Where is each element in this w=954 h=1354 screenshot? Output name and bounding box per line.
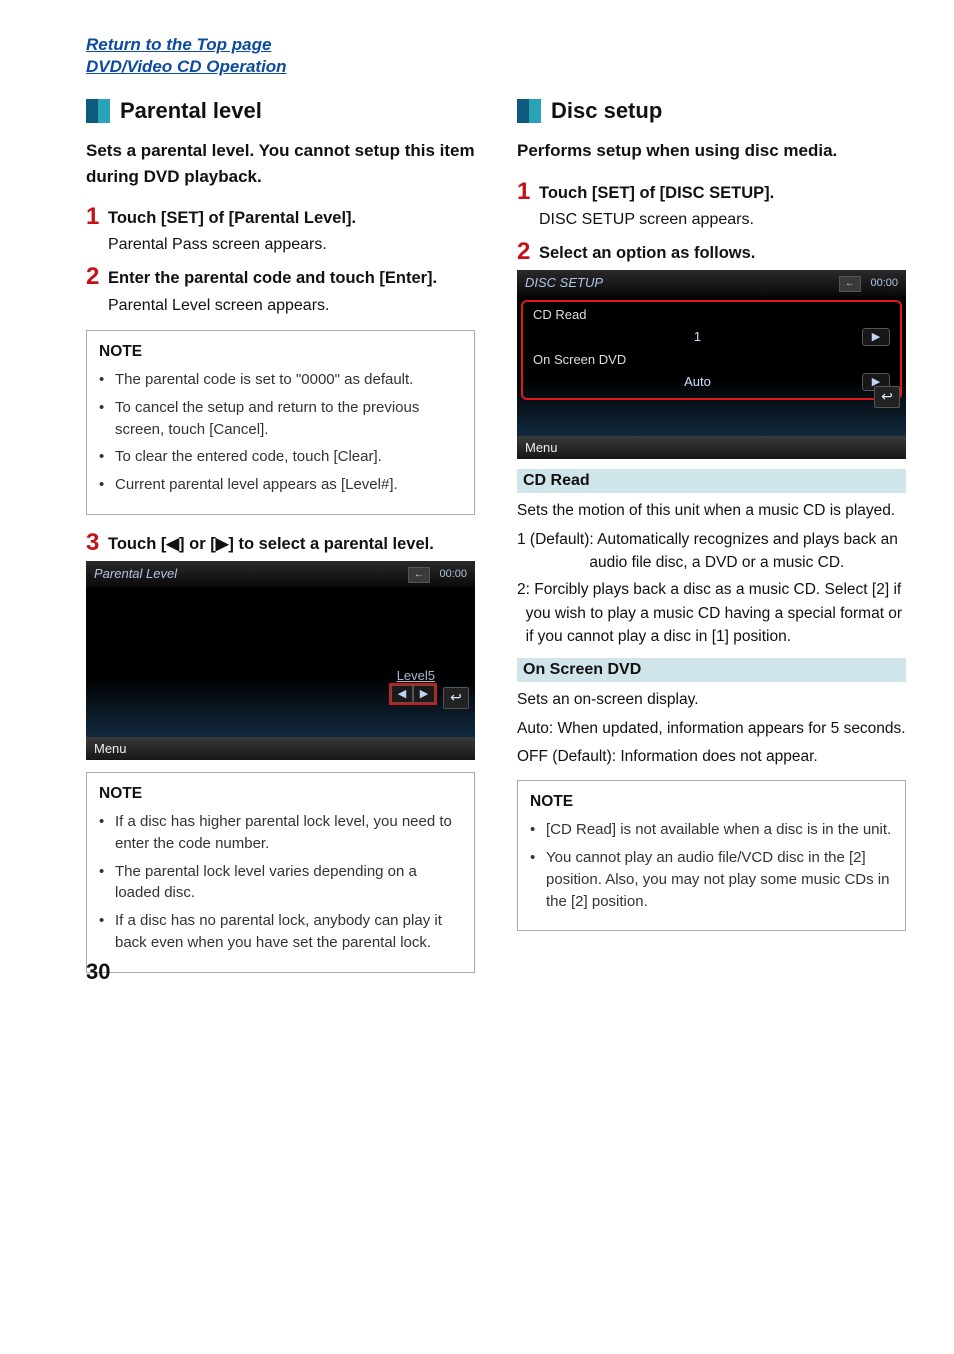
cd-read-label: CD Read bbox=[533, 307, 586, 322]
note-item: To cancel the setup and return to the pr… bbox=[99, 397, 462, 441]
level-value: Level5 bbox=[397, 668, 435, 683]
cd-read-value: 1 bbox=[533, 329, 862, 344]
menu-button[interactable]: Menu bbox=[517, 436, 906, 459]
osd-subheading: On Screen DVD bbox=[517, 658, 906, 682]
option-key: Auto bbox=[517, 717, 549, 740]
osd-options: Auto : When updated, information appears… bbox=[517, 717, 906, 768]
note-box-2: NOTE If a disc has higher parental lock … bbox=[86, 772, 475, 973]
step-title: Touch [◀] or [▶] to select a parental le… bbox=[108, 533, 475, 555]
note-box-3: NOTE [CD Read] is not available when a d… bbox=[517, 780, 906, 931]
step-number: 1 bbox=[86, 205, 108, 229]
cd-read-row: CD Read bbox=[527, 304, 896, 325]
cd-read-subheading: CD Read bbox=[517, 469, 906, 493]
level-right-button[interactable]: ▶ bbox=[413, 685, 435, 703]
parental-level-screenshot: Parental Level ← 00:00 Level5 ◀ ▶ ↩ bbox=[86, 561, 475, 760]
step-1: 1 Touch [SET] of [DISC SETUP]. DISC SETU… bbox=[517, 182, 906, 232]
step-number: 3 bbox=[86, 531, 108, 555]
note-title: NOTE bbox=[99, 341, 462, 363]
right-column: Disc setup Performs setup when using dis… bbox=[517, 92, 906, 990]
parental-intro: Sets a parental level. You cannot setup … bbox=[86, 138, 475, 189]
screenshot-title: DISC SETUP bbox=[525, 275, 603, 290]
section-link[interactable]: DVD/Video CD Operation bbox=[86, 56, 906, 78]
on-screen-dvd-label: On Screen DVD bbox=[533, 352, 626, 367]
on-screen-dvd-value: Auto bbox=[533, 374, 862, 389]
return-icon[interactable]: ↩ bbox=[874, 386, 900, 408]
step-desc: Parental Pass screen appears. bbox=[108, 233, 475, 257]
note-title: NOTE bbox=[99, 783, 462, 805]
step-1: 1 Touch [SET] of [Parental Level]. Paren… bbox=[86, 207, 475, 257]
cd-read-options: 1 (Default) : Automatically recognizes a… bbox=[517, 528, 906, 648]
step-number: 2 bbox=[517, 240, 539, 264]
note-item: You cannot play an audio file/VCD disc i… bbox=[530, 847, 893, 912]
option-key: OFF (Default) bbox=[517, 745, 612, 768]
osd-desc: Sets an on-screen display. bbox=[517, 688, 906, 711]
note-title: NOTE bbox=[530, 791, 893, 813]
disc-setup-screenshot: DISC SETUP ← 00:00 CD Read 1 bbox=[517, 270, 906, 459]
cd-read-next-button[interactable]: ▶ bbox=[862, 328, 890, 346]
step-2: 2 Select an option as follows. bbox=[517, 242, 906, 264]
disc-intro: Performs setup when using disc media. bbox=[517, 138, 906, 164]
cd-read-desc: Sets the motion of this unit when a musi… bbox=[517, 499, 906, 522]
highlighted-options: CD Read 1 ▶ On Screen DVD Auto bbox=[523, 302, 900, 398]
note-item: To clear the entered code, touch [Clear]… bbox=[99, 446, 462, 468]
parental-level-heading: Parental level bbox=[86, 98, 475, 124]
heading-accent bbox=[517, 99, 541, 123]
option-value: : Automatically recognizes and plays bac… bbox=[589, 528, 906, 575]
step-desc: DISC SETUP screen appears. bbox=[539, 208, 906, 232]
return-top-link[interactable]: Return to the Top page bbox=[86, 34, 906, 56]
step-title: Select an option as follows. bbox=[539, 242, 906, 264]
heading-accent bbox=[86, 99, 110, 123]
disc-setup-heading: Disc setup bbox=[517, 98, 906, 124]
note-box-1: NOTE The parental code is set to "0000" … bbox=[86, 330, 475, 515]
option-value: : Information does not appear. bbox=[612, 745, 818, 768]
menu-button[interactable]: Menu bbox=[86, 737, 475, 760]
option-key: 2 bbox=[517, 578, 526, 648]
on-screen-dvd-row: On Screen DVD bbox=[527, 349, 896, 370]
option-key: 1 (Default) bbox=[517, 528, 589, 575]
note-item: The parental lock level varies depending… bbox=[99, 861, 462, 905]
back-arrow-icon[interactable]: ← bbox=[408, 567, 430, 583]
step-number: 2 bbox=[86, 265, 108, 289]
step-title: Enter the parental code and touch [Enter… bbox=[108, 267, 475, 289]
level-left-button[interactable]: ◀ bbox=[391, 685, 413, 703]
note-item: If a disc has higher parental lock level… bbox=[99, 811, 462, 855]
step-title: Touch [SET] of [Parental Level]. bbox=[108, 207, 475, 229]
step-2: 2 Enter the parental code and touch [Ent… bbox=[86, 267, 475, 317]
left-column: Parental level Sets a parental level. Yo… bbox=[86, 92, 475, 990]
screenshot-time: 00:00 bbox=[439, 568, 467, 580]
heading-text: Parental level bbox=[120, 98, 262, 124]
screenshot-title: Parental Level bbox=[94, 566, 177, 581]
heading-text: Disc setup bbox=[551, 98, 662, 124]
step-title: Touch [SET] of [DISC SETUP]. bbox=[539, 182, 906, 204]
step-desc: Parental Level screen appears. bbox=[108, 294, 475, 318]
step-number: 1 bbox=[517, 180, 539, 204]
option-value: : When updated, information appears for … bbox=[549, 717, 906, 740]
top-links: Return to the Top page DVD/Video CD Oper… bbox=[86, 34, 906, 78]
note-item: Current parental level appears as [Level… bbox=[99, 474, 462, 496]
note-item: The parental code is set to "0000" as de… bbox=[99, 369, 462, 391]
page-number: 30 bbox=[86, 959, 110, 985]
back-arrow-icon[interactable]: ← bbox=[839, 276, 861, 292]
option-value: : Forcibly plays back a disc as a music … bbox=[526, 578, 906, 648]
note-item: If a disc has no parental lock, anybody … bbox=[99, 910, 462, 954]
note-item: [CD Read] is not available when a disc i… bbox=[530, 819, 893, 841]
return-icon[interactable]: ↩ bbox=[443, 687, 469, 709]
level-arrow-controls: ◀ ▶ bbox=[391, 685, 435, 703]
step-3: 3 Touch [◀] or [▶] to select a parental … bbox=[86, 533, 475, 555]
screenshot-time: 00:00 bbox=[870, 277, 898, 289]
